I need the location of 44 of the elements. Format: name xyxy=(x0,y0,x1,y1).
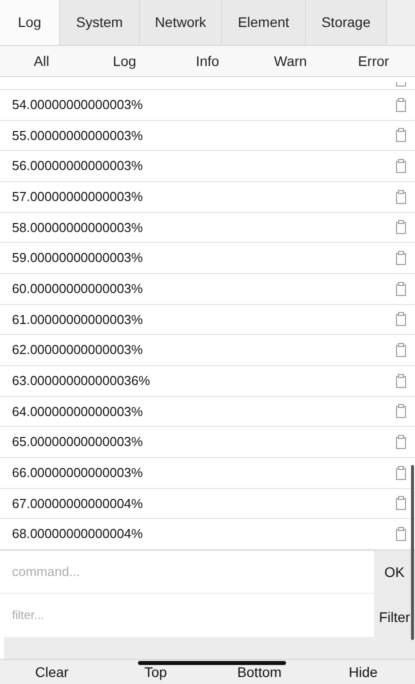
log-message: 64.00000000000003% xyxy=(12,402,144,421)
tab[interactable]: Network xyxy=(140,0,222,45)
clipboard-icon[interactable] xyxy=(395,404,407,418)
log-message: 61.00000000000003% xyxy=(12,310,144,329)
log-message: 62.00000000000003% xyxy=(12,341,144,360)
command-field[interactable]: command... xyxy=(0,550,374,594)
clipboard-icon[interactable] xyxy=(395,496,407,510)
clipboard-icon[interactable] xyxy=(395,312,407,326)
log-message: 54.00000000000003% xyxy=(12,96,144,114)
log-message: 55.00000000000003% xyxy=(12,126,144,145)
clipboard-icon[interactable] xyxy=(395,527,407,542)
log-message: 60.00000000000003% xyxy=(12,280,144,298)
tab[interactable]: System xyxy=(60,0,140,45)
log-message: 66.00000000000003% xyxy=(12,464,144,482)
clipboard-icon[interactable] xyxy=(395,159,407,174)
log-message: 67.00000000000004% xyxy=(12,494,144,513)
tab[interactable]: Log xyxy=(0,0,60,45)
log-message: 56.00000000000003% xyxy=(12,157,144,176)
clipboard-icon[interactable] xyxy=(395,82,407,87)
toolbar-button[interactable]: Clear xyxy=(0,660,104,684)
clipboard-icon[interactable] xyxy=(395,435,407,450)
clipboard-icon[interactable] xyxy=(395,251,407,266)
toolbar-button[interactable]: Top xyxy=(104,660,208,684)
log-message: 57.00000000000003% xyxy=(12,188,144,206)
clipboard-icon[interactable] xyxy=(395,282,407,296)
toolbar-button[interactable]: Bottom xyxy=(208,660,312,684)
tab[interactable]: Storage xyxy=(306,0,387,45)
filter-button[interactable]: Filter xyxy=(374,594,415,637)
log-message: 59.00000000000003% xyxy=(12,249,144,268)
clipboard-icon[interactable] xyxy=(395,220,407,234)
clipboard-icon[interactable] xyxy=(395,128,407,142)
clipboard-icon[interactable] xyxy=(395,374,407,388)
clipboard-icon[interactable] xyxy=(395,466,407,480)
log-message: 68.00000000000004% xyxy=(12,525,144,544)
clipboard-icon[interactable] xyxy=(395,190,407,204)
toolbar-button[interactable]: Hide xyxy=(311,660,415,684)
ok-button[interactable]: OK xyxy=(374,550,415,594)
log-message: 65.00000000000003% xyxy=(12,433,144,452)
clipboard-icon[interactable] xyxy=(395,98,407,112)
filter-field[interactable]: filter... xyxy=(0,594,374,637)
log-message: 58.00000000000003% xyxy=(12,218,144,237)
tab[interactable]: Element xyxy=(222,0,306,45)
clipboard-icon[interactable] xyxy=(395,343,407,358)
log-message: 63.000000000000036% xyxy=(12,372,152,390)
